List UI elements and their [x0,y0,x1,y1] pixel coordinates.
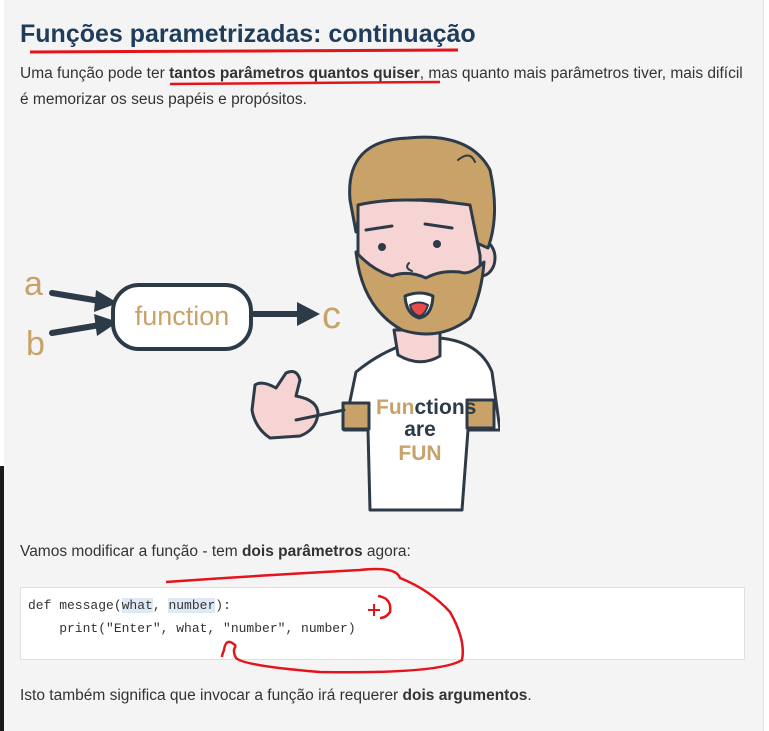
modify-paragraph: Vamos modificar a função - tem dois parâ… [20,541,750,563]
code-keyword-def: def message( [28,598,122,613]
modify-text-before: Vamos modificar a função - tem [20,543,242,560]
shirt-text-line3: FUN [398,442,441,465]
code-param-what: what [121,598,153,613]
arrow-c-icon [251,302,320,326]
closing-text-before: Isto também significa que invocar a funç… [20,687,403,704]
intro-bold: tantos parâmetros quantos quiser [169,65,420,82]
modify-bold: dois parâmetros [241,543,363,560]
page-title: Funções parametrizadas: continuação [20,20,476,48]
input-b-label: b [26,325,45,363]
intro-text-before: Uma função pode ter [20,65,170,82]
arrow-a-icon [49,290,118,312]
intro-paragraph: Uma função pode ter tantos parâmetros qu… [20,61,750,113]
person-character [250,135,500,512]
scrollbar-track[interactable] [763,0,769,731]
code-line-2: print("Enter", what, "number", number) [28,621,356,636]
function-illustration: a b function c Functions are FUN [24,135,500,512]
shirt-text-line2: are [404,418,436,441]
closing-text-after: . [527,687,532,704]
closing-paragraph: Isto também significa que invocar a funç… [20,685,750,707]
code-close: ): [215,598,231,613]
shirt-text-rest: ctions [414,396,476,419]
output-c-label: c [322,295,341,337]
code-line-1: def message(what, number): [28,594,744,617]
code-param-number: number [168,598,216,613]
input-a-label: a [24,265,43,303]
code-separator: , [152,598,169,613]
arrow-b-icon [49,314,118,336]
shirt-text-accent: Fun [376,396,414,419]
function-label: function [135,301,230,331]
closing-bold: dois argumentos [402,687,528,704]
shirt-text-line1: Functions [376,396,476,419]
code-block[interactable]: def message(what, number): print("Enter"… [20,587,745,660]
modify-text-after: agora: [362,543,411,560]
